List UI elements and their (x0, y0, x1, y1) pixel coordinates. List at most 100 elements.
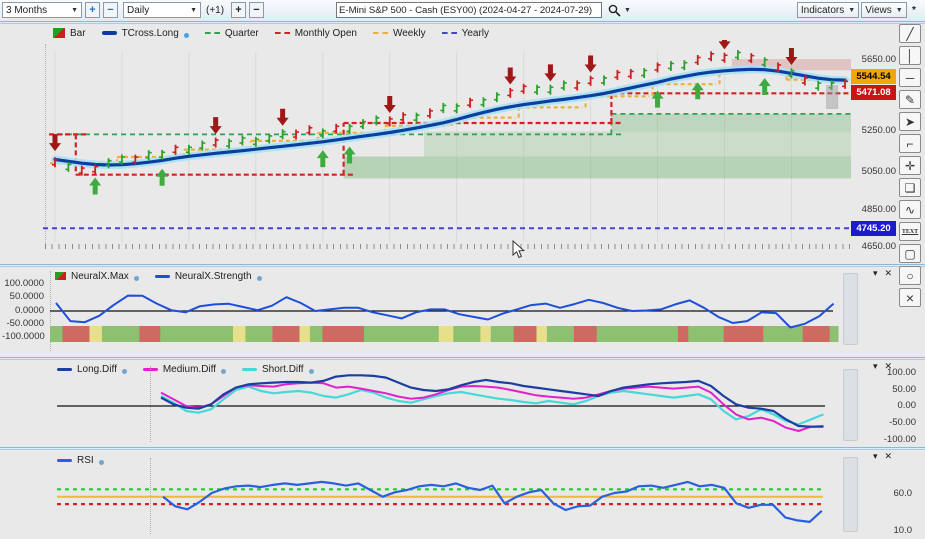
search-button[interactable]: ▼ (608, 2, 631, 18)
neural-axis-label: -100.0000 (2, 331, 44, 342)
horizontal-line-icon: ─ (906, 71, 915, 85)
price-legend: Bar TCross.Long Quarter Monthly Open Wee… (53, 26, 489, 40)
unsaved-indicator: * (912, 2, 916, 18)
panel-scrollbar-thumb[interactable] (843, 369, 858, 441)
line-swatch-icon (102, 31, 117, 35)
neural-axis-label: 0.0000 (2, 305, 44, 316)
chevron-down-icon: ▼ (624, 7, 631, 14)
neural-axis-label: 100.0000 (2, 278, 44, 289)
trendline-tool-button[interactable]: ╱ (899, 24, 921, 43)
price-tag-monthly: 5471.08 (851, 85, 896, 100)
diff-axis-label: -100.00 (868, 434, 916, 445)
symbol-title-input[interactable]: E-Mini S&P 500 - Cash (ESY00) (2024-04-2… (336, 2, 602, 18)
panel-scrollbar-thumb[interactable] (843, 457, 858, 532)
top-toolbar: 3 Months ▼ + − Daily ▼ (+1) + − E-Mini S… (0, 0, 925, 22)
rectangle-tool-button[interactable]: ▢ (899, 244, 921, 263)
panel-controls: ▾ ✕ (873, 268, 892, 279)
vertical-line-tool-button[interactable]: │ (899, 46, 921, 65)
close-icon: × (906, 290, 914, 306)
flag-icon: ➤ (905, 115, 915, 129)
chevron-down-icon: ▼ (848, 7, 855, 14)
collapse-panel-icon[interactable]: ▾ (873, 361, 878, 372)
dash-swatch-icon (373, 32, 388, 34)
horizontal-line-tool-button[interactable]: ─ (899, 68, 921, 87)
range-select[interactable]: 3 Months ▼ (2, 2, 82, 18)
ellipse-tool-button[interactable]: ○ (899, 266, 921, 285)
legend-item-yearly[interactable]: Yearly (442, 28, 489, 39)
collapse-panel-icon[interactable]: ▾ (873, 268, 878, 279)
crosshair-icon: ✛ (905, 159, 915, 173)
chevron-down-icon: ▼ (190, 7, 197, 14)
neural-axis-label: 50.0000 (2, 291, 44, 302)
pencil-tool-button[interactable]: ✎ (899, 90, 921, 109)
rectangle-icon: ▢ (904, 247, 915, 261)
date-tick-row (45, 244, 851, 249)
angle-icon: ⌐ (906, 137, 913, 151)
panel-controls: ▾ ✕ (873, 451, 892, 462)
text-tool-button[interactable]: TEXT (899, 222, 921, 241)
dash-swatch-icon (442, 32, 457, 34)
bar-add-button[interactable]: + (231, 2, 246, 18)
diff-axis-label: 50.00 (868, 384, 916, 395)
symbol-title-text: E-Mini S&P 500 - Cash (ESY00) (2024-04-2… (339, 5, 592, 16)
ellipse-icon: ○ (906, 269, 913, 283)
dash-swatch-icon (275, 32, 290, 34)
range-zoom-in-button[interactable]: + (85, 2, 100, 18)
neural-axis-label: -50.0000 (2, 318, 44, 329)
price-panel: Bar TCross.Long Quarter Monthly Open Wee… (0, 21, 925, 264)
diff-axis-label: 0.00 (868, 400, 916, 411)
interval-select-value: Daily (127, 5, 149, 16)
dash-swatch-icon (205, 32, 220, 34)
rsi-chart-canvas[interactable] (55, 449, 840, 534)
mouse-cursor (512, 240, 525, 259)
close-panel-icon[interactable]: ✕ (885, 451, 893, 462)
rsi-panel: RSI 60.0 10.0 ▾ ✕ (0, 447, 925, 539)
bar-icon (53, 28, 65, 38)
legend-item-monthly-open[interactable]: Monthly Open (275, 28, 357, 39)
flag-tool-button[interactable]: ➤ (899, 112, 921, 131)
rsi-axis-label: 10.0 (872, 525, 912, 536)
price-axis-label: 4650.00 (852, 241, 896, 252)
close-panel-icon[interactable]: ✕ (885, 268, 893, 279)
neuralx-panel: NeuralX.Max NeuralX.Strength 100.0000 50… (0, 264, 925, 357)
views-button[interactable]: Views ▼ (861, 2, 907, 18)
close-tool-button[interactable]: × (899, 288, 921, 307)
diff-axis-label: -50.00 (868, 417, 916, 428)
panel-scrollbar-thumb[interactable] (843, 273, 858, 345)
collapse-panel-icon[interactable]: ▾ (873, 451, 878, 462)
price-tag-weekly: 5544.54 (851, 69, 896, 84)
neuralx-chart-canvas[interactable] (50, 267, 840, 355)
price-tag-yearly: 4745.20 (851, 221, 896, 236)
legend-item-tcross-long[interactable]: TCross.Long (102, 28, 189, 39)
trendline-icon: ╱ (906, 27, 913, 41)
legend-item-quarter[interactable]: Quarter (205, 28, 259, 39)
search-icon (608, 4, 621, 17)
range-select-value: 3 Months (6, 5, 47, 16)
info-dot-icon[interactable] (184, 33, 189, 38)
interval-select[interactable]: Daily ▼ (123, 2, 201, 18)
callout-icon: ❏ (905, 181, 916, 195)
legend-item-bar[interactable]: Bar (53, 28, 86, 39)
wave-tool-button[interactable]: ∿ (899, 200, 921, 219)
text-icon: TEXT (902, 229, 918, 235)
vertical-line-icon: │ (906, 49, 914, 63)
price-chart-canvas[interactable] (43, 40, 851, 246)
bar-remove-button[interactable]: − (249, 2, 264, 18)
callout-tool-button[interactable]: ❏ (899, 178, 921, 197)
wave-icon: ∿ (905, 203, 915, 217)
price-axis-label: 5050.00 (852, 166, 896, 177)
pencil-icon: ✎ (905, 93, 915, 107)
diff-chart-canvas[interactable] (55, 361, 840, 446)
legend-item-weekly[interactable]: Weekly (373, 28, 426, 39)
panel-controls: ▾ ✕ (873, 361, 892, 372)
close-panel-icon[interactable]: ✕ (885, 361, 893, 372)
trading-app: 3 Months ▼ + − Daily ▼ (+1) + − E-Mini S… (0, 0, 925, 539)
indicators-button[interactable]: Indicators ▼ (797, 2, 859, 18)
crosshair-tool-button[interactable]: ✛ (899, 156, 921, 175)
diff-panel: Long.Diff Medium.Diff Short.Diff 100.00 … (0, 357, 925, 447)
range-zoom-out-button[interactable]: − (103, 2, 118, 18)
price-axis-label: 5250.00 (852, 125, 896, 136)
chevron-down-icon: ▼ (71, 7, 78, 14)
angle-tool-button[interactable]: ⌐ (899, 134, 921, 153)
bar-offset-label: (+1) (206, 2, 224, 18)
